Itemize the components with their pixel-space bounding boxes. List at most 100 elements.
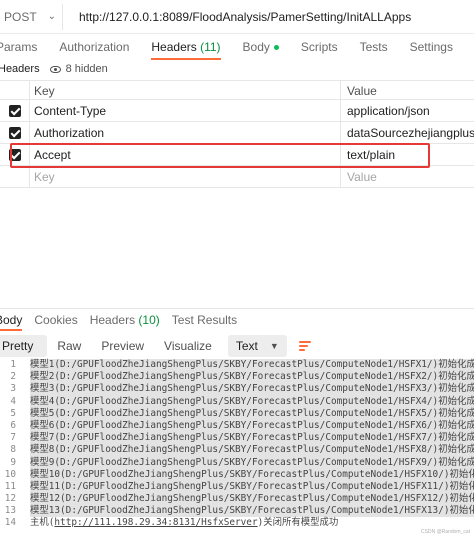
row-checkbox[interactable] [0, 122, 30, 143]
tab-label: Headers [89, 313, 136, 327]
tab-settings[interactable]: Settings [410, 34, 453, 60]
line-number: 6 [10, 419, 16, 431]
line-content: 模型12(D:/GPUFloodZheJiangShengPlus/SKBY/F… [30, 493, 474, 506]
checkbox-checked-icon [8, 104, 21, 117]
code-line: 3 模型3(D:/GPUFloodZheJiangShengPlus/SKBY/F… [0, 383, 474, 396]
format-select[interactable]: Text ▼ [227, 335, 287, 357]
headers-section-title: Headers [0, 63, 40, 75]
tab-label: Tests [359, 40, 388, 54]
code-line: 8 模型8(D:/GPUFloodZheJiangShengPlus/SKBY/F… [0, 444, 474, 457]
tab-response-headers[interactable]: Headers (10) [90, 311, 160, 331]
annotation-highlight-box [10, 143, 430, 168]
line-content: 模型5(D:/GPUFloodZheJiangShengPlus/SKBY/Fo… [30, 407, 474, 420]
tab-label: Params [0, 40, 38, 54]
header-key[interactable]: Authorization [30, 122, 341, 143]
line-number: 13 [4, 505, 16, 517]
view-pretty-button[interactable]: Pretty [0, 335, 48, 357]
line-content: 模型11(D:/GPUFloodZheJiangShengPlus/SKBY/F… [30, 480, 474, 494]
eye-icon [49, 65, 61, 73]
method-label: POST [4, 9, 37, 24]
key-column-header: Key [30, 81, 341, 99]
line-content: 模型13(D:/GPUFloodZheJiangShengPlus/SKBY/F… [30, 505, 474, 518]
code-line: 6 模型6(D:/GPUFloodZheJiangShengPlus/SKBY/F… [0, 419, 474, 433]
line-number: 1 [10, 359, 16, 370]
tab-label: Body [0, 313, 23, 327]
line-number: 14 [4, 517, 16, 529]
line-number: 2 [10, 371, 16, 383]
request-url-bar: POST ⌄ http://127.0.0.1:8089/FloodAnalys… [0, 0, 474, 34]
checkbox-checked-icon [8, 126, 21, 139]
tab-headers[interactable]: Headers (11) [151, 34, 221, 60]
line-number: 11 [4, 480, 16, 492]
headers-toolbar: Headers 8 hidden [0, 60, 474, 78]
header-value[interactable]: application/json [341, 100, 474, 121]
tab-response-body[interactable]: Body [0, 311, 23, 331]
code-line: 5 模型5(D:/GPUFloodZheJiangShengPlus/SKBY/F… [0, 407, 474, 420]
table-header-row: Key Value [0, 80, 474, 100]
line-content: 模型10(D:/GPUFloodZheJiangShengPlus/SKBY/F… [30, 468, 474, 481]
tab-label: Settings [409, 40, 453, 54]
response-body[interactable]: 1 模型1(D:/GPUFloodZheJiangShengPlus/SKBY/F… [0, 359, 474, 531]
code-line: 10 模型10(D:/GPUFloodZheJiangShengPlus/SKBY… [0, 468, 474, 481]
view-raw-button[interactable]: Raw [47, 335, 91, 357]
line-number: 12 [4, 493, 16, 505]
table-row-new: Key Value [0, 166, 474, 188]
row-checkbox-placeholder [0, 166, 30, 187]
tab-cookies[interactable]: Cookies [34, 311, 77, 331]
tab-params[interactable]: Params [0, 34, 37, 60]
request-tabs: Params Authorization Headers (11) Body S… [0, 34, 470, 60]
header-key[interactable]: Content-Type [30, 100, 341, 121]
tab-label: Scripts [300, 40, 338, 54]
tab-test-results[interactable]: Test Results [172, 311, 237, 331]
line-content: 模型6(D:/GPUFloodZheJiangShengPlus/SKBY/Fo… [30, 419, 474, 433]
code-line: 13 模型13(D:/GPUFloodZheJiangShengPlus/SKBY… [0, 505, 474, 518]
line-content: 模型1(D:/GPUFloodZheJiangShengPlus/SKBY/Fo… [30, 359, 474, 372]
view-preview-button[interactable]: Preview [91, 335, 154, 357]
line-prefix: 主机( [30, 517, 55, 529]
tab-tests[interactable]: Tests [360, 34, 388, 60]
hidden-headers-label: 8 hidden [65, 63, 108, 75]
line-content: 模型7(D:/GPUFloodZheJiangShengPlus/SKBY/Fo… [30, 432, 474, 445]
tab-authorization[interactable]: Authorization [59, 34, 129, 60]
tab-label: Headers [151, 40, 197, 54]
line-suffix: )关闭所有模型成功 [257, 517, 339, 529]
method-select[interactable]: POST ⌄ [0, 10, 62, 24]
code-line: 7 模型7(D:/GPUFloodZheJiangShengPlus/SKBY/F… [0, 432, 474, 445]
line-number: 3 [10, 383, 16, 395]
response-view-toolbar: Pretty Raw Preview Visualize Text ▼ [0, 335, 474, 357]
line-content: 模型2(D:/GPUFloodZheJiangShengPlus/SKBY/Fo… [30, 371, 474, 384]
code-line: 9 模型9(D:/GPUFloodZheJiangShengPlus/SKBY/F… [0, 456, 474, 469]
tab-count: (11) [200, 40, 221, 54]
tab-body[interactable]: Body [243, 34, 279, 60]
modified-dot-icon [273, 45, 279, 51]
view-visualize-button[interactable]: Visualize [154, 335, 222, 357]
url-input[interactable]: http://127.0.0.1:8089/FloodAnalysis/Pame… [62, 3, 474, 30]
code-line: 1 模型1(D:/GPUFloodZheJiangShengPlus/SKBY/F… [0, 359, 474, 372]
tab-count: (10) [138, 313, 160, 327]
tab-label: Test Results [171, 313, 238, 327]
tab-label: Body [242, 40, 270, 54]
line-number: 4 [10, 395, 16, 407]
line-number: 5 [10, 407, 16, 419]
row-checkbox[interactable] [0, 100, 30, 121]
watermark: CSDN @Random_cat [421, 529, 470, 535]
hidden-headers-toggle[interactable]: 8 hidden [49, 63, 108, 75]
code-line: 14 主机(http://111.198.29.34:8131/HsfxServe… [0, 517, 474, 529]
tab-scripts[interactable]: Scripts [301, 34, 338, 60]
response-tabs: Body Cookies Headers (10) Test Results [0, 311, 474, 331]
new-value-input[interactable]: Value [341, 166, 474, 187]
code-line: 12 模型12(D:/GPUFloodZheJiangShengPlus/SKBY… [0, 493, 474, 506]
code-line: 11 模型11(D:/GPUFloodZheJiangShengPlus/SKBY… [0, 480, 474, 494]
chevron-down-icon: ▼ [269, 341, 279, 351]
tab-label: Authorization [59, 40, 130, 54]
line-number: 8 [10, 444, 16, 456]
code-line: 2 模型2(D:/GPUFloodZheJiangShengPlus/SKBY/F… [0, 371, 474, 384]
line-number: 9 [10, 456, 16, 468]
code-line: 4 模型4(D:/GPUFloodZheJiangShengPlus/SKBY/F… [0, 395, 474, 408]
wrap-lines-icon[interactable] [295, 336, 315, 356]
new-key-input[interactable]: Key [30, 166, 341, 187]
chevron-down-icon: ⌄ [47, 11, 56, 22]
server-link[interactable]: http://111.198.29.34:8131/HsfxServer [54, 517, 257, 528]
table-row: Authorization dataSourcezhejiangplusToke… [0, 122, 474, 144]
header-value[interactable]: dataSourcezhejiangplusTokeneyJ [341, 122, 474, 143]
